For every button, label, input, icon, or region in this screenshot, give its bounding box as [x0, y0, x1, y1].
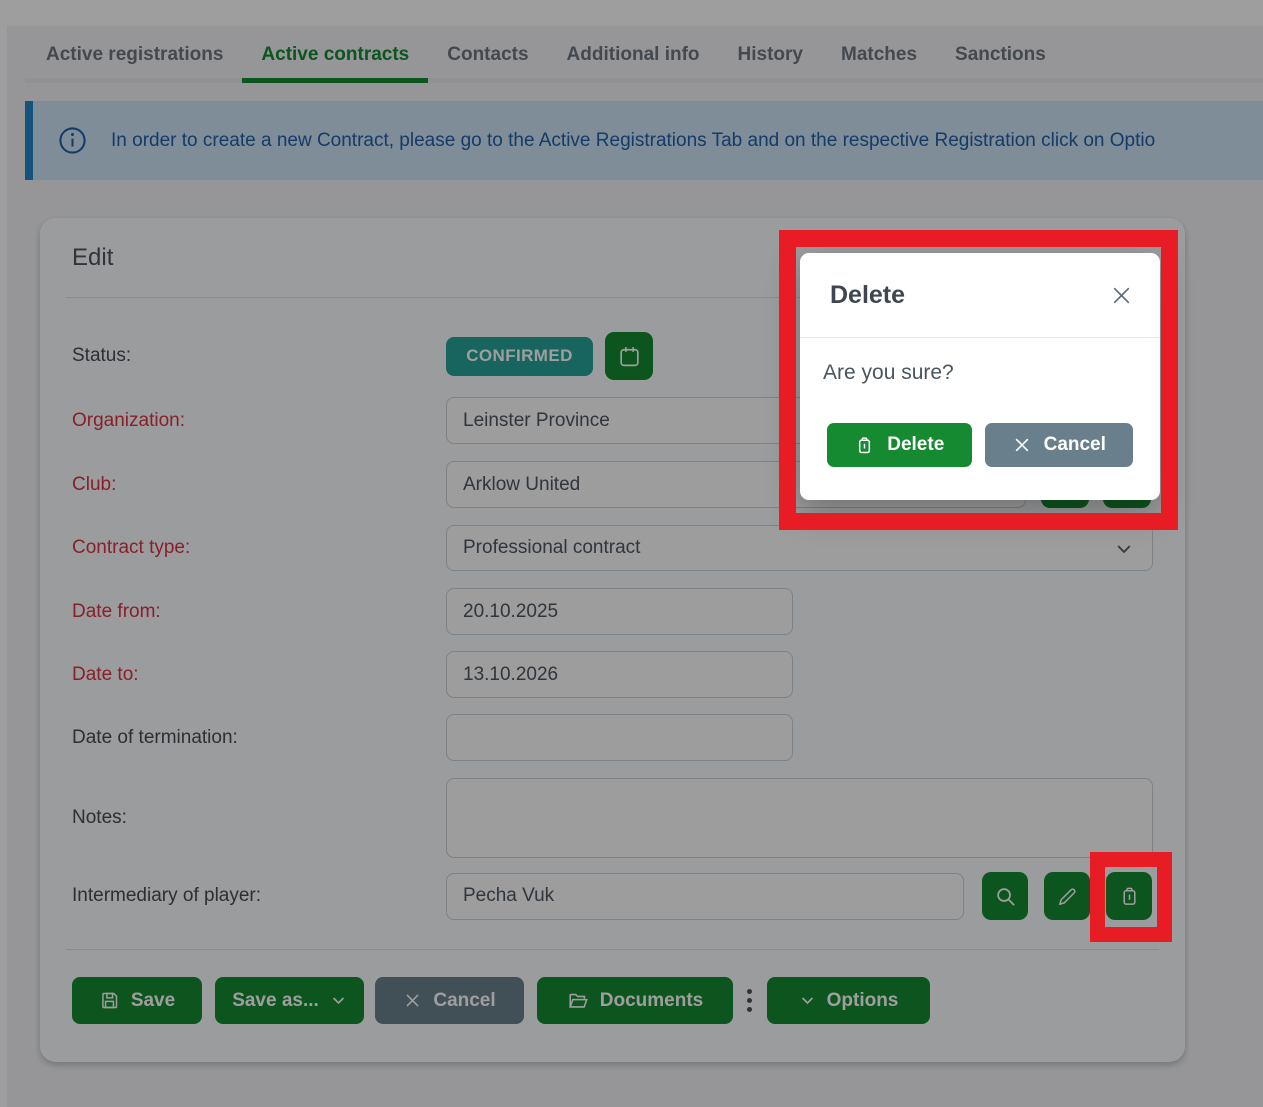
- modal-actions: Delete Cancel: [823, 423, 1133, 467]
- modal-cancel-button[interactable]: Cancel: [985, 423, 1133, 467]
- modal-message: Are you sure?: [823, 359, 1133, 387]
- modal-backdrop[interactable]: [0, 0, 1263, 1107]
- modal-delete-label: Delete: [887, 434, 944, 456]
- modal-close-button[interactable]: [1109, 283, 1134, 308]
- trash-icon: [854, 435, 875, 456]
- close-x-icon: [1012, 435, 1032, 455]
- modal-delete-button[interactable]: Delete: [827, 423, 972, 467]
- close-x-icon: [1109, 283, 1134, 308]
- app-screen: Active registrations Active contracts Co…: [0, 0, 1263, 1107]
- modal-cancel-label: Cancel: [1044, 434, 1106, 456]
- modal-header: Delete: [800, 253, 1160, 338]
- modal-body: Are you sure? Delete: [800, 338, 1160, 467]
- modal-title: Delete: [830, 281, 905, 310]
- delete-confirm-modal: Delete Are you sure?: [800, 253, 1160, 500]
